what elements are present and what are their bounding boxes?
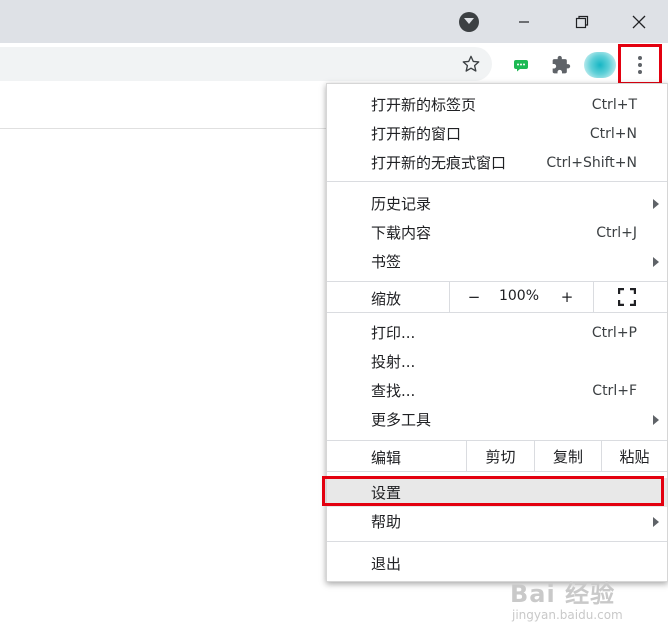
menu-item-print[interactable]: 打印... Ctrl+P (327, 318, 667, 347)
cut-label: 剪切 (485, 447, 516, 466)
title-bar (0, 0, 668, 43)
menu-item-label: 书签 (371, 253, 402, 271)
chevron-down-icon (459, 11, 479, 32)
menu-item-new-window[interactable]: 打开新的窗口 Ctrl+N (327, 119, 667, 148)
submenu-arrow-icon (653, 256, 659, 267)
menu-item-shortcut: Ctrl+J (596, 224, 637, 241)
close-icon (632, 15, 646, 28)
highlight-box-settings (322, 476, 664, 506)
menu-item-shortcut: Ctrl+T (591, 96, 637, 113)
browser-toolbar (0, 43, 668, 83)
menu-item-help[interactable]: 帮助 (327, 507, 667, 536)
watermark: Bai 经验 jingyan.baidu.com (510, 566, 660, 630)
menu-item-new-tab[interactable]: 打开新的标签页 Ctrl+T (327, 90, 667, 119)
menu-item-label: 历史记录 (371, 195, 432, 213)
menu-item-shortcut: Ctrl+Shift+N (546, 154, 637, 171)
minus-icon: − (467, 288, 481, 306)
zoom-level: 100% (498, 288, 540, 304)
menu-item-new-incognito-window[interactable]: 打开新的无痕式窗口 Ctrl+Shift+N (327, 148, 667, 177)
edit-label: 编辑 (371, 449, 402, 467)
copy-label: 复制 (552, 447, 583, 466)
watermark-url: jingyan.baidu.com (512, 608, 623, 622)
restore-icon (575, 15, 589, 28)
plus-icon: + (560, 288, 574, 306)
submenu-arrow-icon (653, 516, 659, 527)
minimize-icon (519, 20, 529, 23)
menu-separator (327, 541, 667, 542)
menu-item-label: 打印... (371, 324, 416, 342)
menu-item-history[interactable]: 历史记录 (327, 189, 667, 218)
menu-item-shortcut: Ctrl+P (591, 324, 637, 341)
watermark-logo-text: Bai 经验 (510, 580, 616, 608)
zoom-label: 缩放 (371, 290, 402, 308)
menu-item-label: 更多工具 (371, 411, 432, 429)
extensions-puzzle-icon[interactable] (548, 52, 574, 78)
menu-item-label: 投射... (371, 353, 416, 371)
edit-row: 编辑 剪切 复制 粘贴 (327, 440, 667, 472)
profile-dropdown-button[interactable] (456, 0, 482, 43)
restore-button[interactable] (566, 0, 598, 43)
paste-button[interactable]: 粘贴 (602, 441, 667, 471)
extension-green-icon[interactable] (510, 54, 532, 76)
fullscreen-icon (618, 288, 636, 306)
fullscreen-button[interactable] (612, 282, 642, 312)
chrome-main-menu: 打开新的标签页 Ctrl+T 打开新的窗口 Ctrl+N 打开新的无痕式窗口 C… (326, 83, 668, 582)
close-window-button[interactable] (622, 0, 656, 43)
menu-item-shortcut: Ctrl+N (589, 125, 637, 142)
menu-item-label: 查找... (371, 382, 416, 400)
menu-item-label: 下载内容 (371, 224, 432, 242)
menu-separator (327, 181, 667, 182)
menu-item-label: 打开新的标签页 (371, 96, 477, 114)
menu-item-downloads[interactable]: 下载内容 Ctrl+J (327, 218, 667, 247)
zoom-out-button[interactable]: − (459, 282, 489, 312)
menu-item-find[interactable]: 查找... Ctrl+F (327, 376, 667, 405)
submenu-arrow-icon (653, 198, 659, 209)
paste-label: 粘贴 (619, 447, 650, 466)
bookmark-star-icon[interactable] (458, 47, 484, 81)
zoom-row: 缩放 − 100% + (327, 281, 667, 313)
minimize-button[interactable] (508, 0, 540, 43)
page-divider (0, 128, 326, 129)
address-bar[interactable] (0, 47, 492, 81)
menu-item-label: 打开新的无痕式窗口 (371, 154, 507, 172)
copy-button[interactable]: 复制 (535, 441, 601, 471)
zoom-in-button[interactable]: + (552, 282, 582, 312)
menu-item-label: 退出 (371, 555, 402, 573)
menu-item-more-tools[interactable]: 更多工具 (327, 405, 667, 434)
profile-avatar[interactable] (584, 52, 616, 78)
menu-item-label: 帮助 (371, 513, 402, 531)
menu-item-shortcut: Ctrl+F (592, 382, 637, 399)
menu-item-bookmarks[interactable]: 书签 (327, 247, 667, 276)
highlight-box-menu-button (618, 44, 662, 85)
submenu-arrow-icon (653, 414, 659, 425)
menu-item-label: 打开新的窗口 (371, 125, 462, 143)
menu-item-cast[interactable]: 投射... (327, 347, 667, 376)
zoom-divider (449, 282, 450, 312)
cut-button[interactable]: 剪切 (467, 441, 534, 471)
zoom-divider (593, 282, 594, 312)
